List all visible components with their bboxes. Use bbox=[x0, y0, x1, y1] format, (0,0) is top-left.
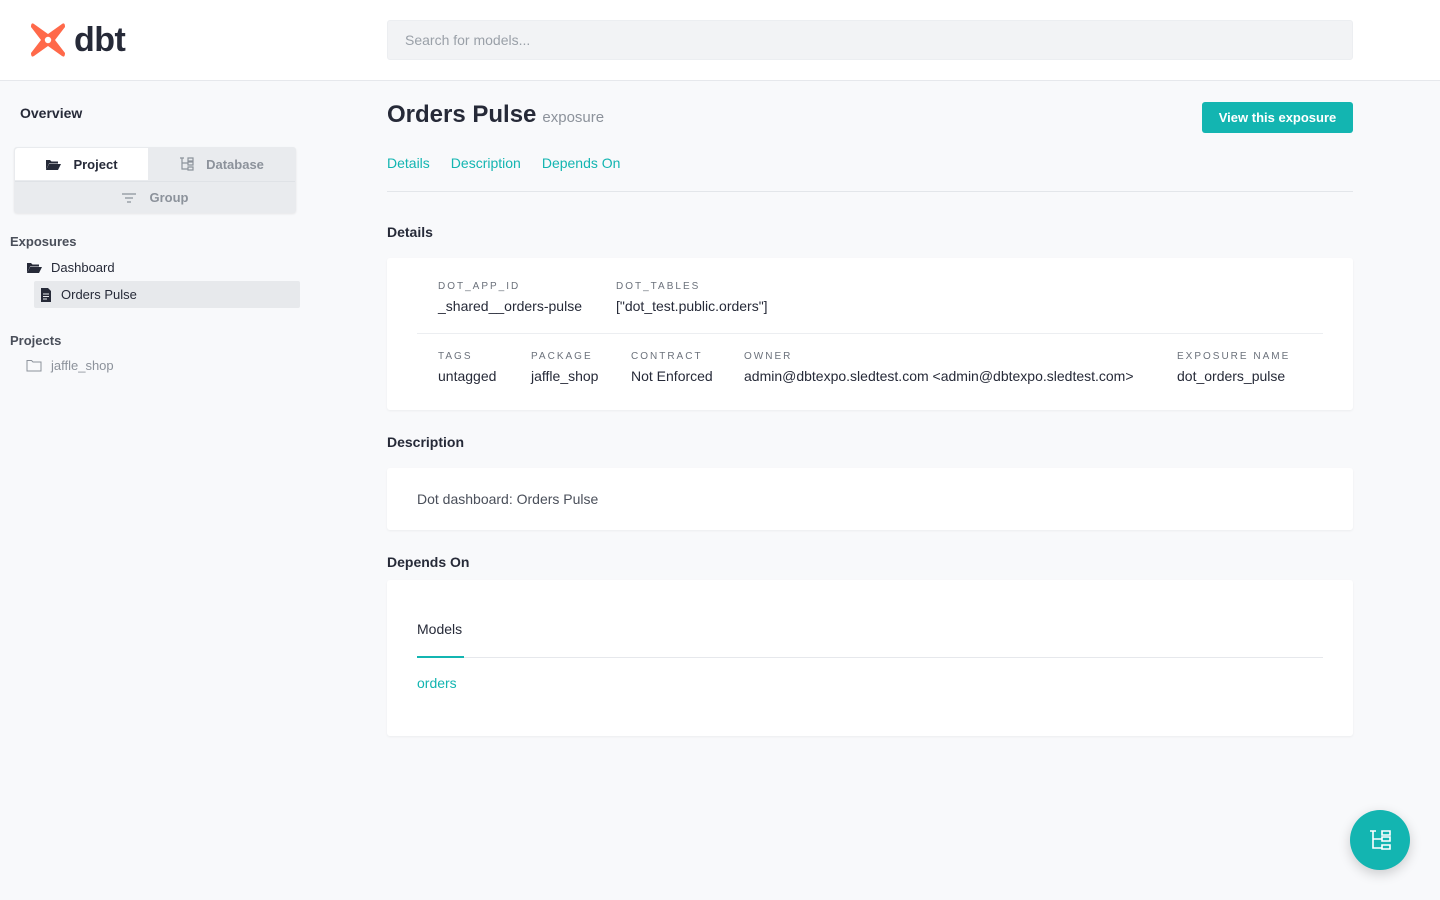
detail-dot-app-id: DOT_APP_ID _shared__orders-pulse bbox=[438, 281, 582, 314]
tab-divider bbox=[417, 657, 1323, 658]
detail-key: OWNER bbox=[744, 351, 793, 362]
folder-icon bbox=[26, 359, 42, 372]
depends-on-card: Models orders bbox=[387, 580, 1353, 736]
tab-database-label: Database bbox=[206, 156, 264, 172]
model-link-orders[interactable]: orders bbox=[417, 675, 457, 691]
detail-tags: TAGS untagged bbox=[438, 351, 496, 384]
exposures-section-title: Exposures bbox=[10, 234, 77, 249]
detail-value: dot_orders_pulse bbox=[1177, 368, 1286, 384]
lineage-graph-button[interactable] bbox=[1350, 810, 1410, 870]
top-header: dbt bbox=[0, 0, 1440, 81]
detail-value: Not Enforced bbox=[631, 368, 713, 384]
search-input[interactable] bbox=[387, 20, 1353, 60]
view-switcher: Project Database Group bbox=[14, 147, 296, 213]
tree-folder-label: Dashboard bbox=[51, 259, 115, 275]
resource-type: exposure bbox=[542, 109, 605, 126]
page-title: Orders Pulse bbox=[387, 101, 537, 128]
document-icon bbox=[40, 287, 52, 302]
detail-value: admin@dbtexpo.sledtest.com <admin@dbtexp… bbox=[744, 368, 1134, 384]
section-tabs: Details Description Depends On bbox=[387, 155, 641, 171]
detail-value: _shared__orders-pulse bbox=[438, 298, 582, 314]
models-tab[interactable]: Models bbox=[417, 621, 462, 637]
folder-open-icon bbox=[26, 261, 42, 274]
sidebar: Overview Project Database Group Exposure… bbox=[0, 81, 320, 900]
page-header: Orders Pulse exposure bbox=[387, 101, 604, 129]
tree-project-jaffle-shop[interactable]: jaffle_shop bbox=[26, 356, 114, 374]
tree-item-orders-pulse[interactable]: Orders Pulse bbox=[34, 281, 300, 308]
filter-lines-icon bbox=[121, 192, 136, 203]
detail-package: PACKAGE jaffle_shop bbox=[531, 351, 598, 384]
detail-contract: CONTRACT Not Enforced bbox=[631, 351, 713, 384]
dbt-logo[interactable]: dbt bbox=[28, 20, 126, 60]
project-label: jaffle_shop bbox=[51, 357, 114, 373]
lineage-icon bbox=[1370, 830, 1391, 850]
detail-exposure-name: EXPOSURE NAME dot_orders_pulse bbox=[1177, 351, 1290, 384]
hierarchy-icon bbox=[179, 157, 194, 171]
tab-details[interactable]: Details bbox=[387, 155, 430, 171]
detail-key: DOT_APP_ID bbox=[438, 281, 521, 292]
tab-project-label: Project bbox=[73, 156, 118, 172]
detail-value: jaffle_shop bbox=[531, 368, 599, 384]
details-divider bbox=[417, 333, 1323, 334]
active-tab-indicator bbox=[417, 656, 464, 658]
header-divider bbox=[387, 191, 1353, 192]
tab-group-label: Group bbox=[149, 190, 189, 205]
description-card: Dot dashboard: Orders Pulse bbox=[387, 468, 1353, 530]
detail-value: ["dot_test.public.orders"] bbox=[616, 298, 768, 314]
overview-link[interactable]: Overview bbox=[20, 105, 82, 121]
description-heading: Description bbox=[387, 434, 465, 450]
detail-key: PACKAGE bbox=[531, 351, 593, 362]
details-heading: Details bbox=[387, 224, 433, 240]
tab-description[interactable]: Description bbox=[451, 155, 521, 171]
dbt-logo-icon bbox=[31, 23, 65, 57]
tab-group[interactable]: Group bbox=[15, 181, 295, 213]
detail-value: untagged bbox=[438, 368, 497, 384]
projects-section-title: Projects bbox=[10, 333, 62, 348]
detail-dot-tables: DOT_TABLES ["dot_test.public.orders"] bbox=[616, 281, 768, 314]
tree-folder-dashboard[interactable]: Dashboard bbox=[26, 258, 115, 276]
description-text: Dot dashboard: Orders Pulse bbox=[417, 491, 599, 507]
tab-database[interactable]: Database bbox=[148, 148, 295, 180]
detail-key: TAGS bbox=[438, 351, 473, 362]
detail-owner: OWNER admin@dbtexpo.sledtest.com <admin@… bbox=[744, 351, 1134, 384]
tab-depends-on[interactable]: Depends On bbox=[542, 155, 621, 171]
view-exposure-button[interactable]: View this exposure bbox=[1202, 102, 1353, 133]
detail-key: DOT_TABLES bbox=[616, 281, 701, 292]
detail-key: EXPOSURE NAME bbox=[1177, 351, 1291, 362]
detail-key: CONTRACT bbox=[631, 351, 703, 362]
logo-text: dbt bbox=[74, 21, 126, 59]
tree-item-label: Orders Pulse bbox=[61, 287, 137, 302]
folder-open-icon bbox=[45, 158, 62, 171]
tab-project[interactable]: Project bbox=[15, 148, 148, 180]
depends-on-heading: Depends On bbox=[387, 554, 470, 570]
details-card: DOT_APP_ID _shared__orders-pulse DOT_TAB… bbox=[387, 258, 1353, 410]
